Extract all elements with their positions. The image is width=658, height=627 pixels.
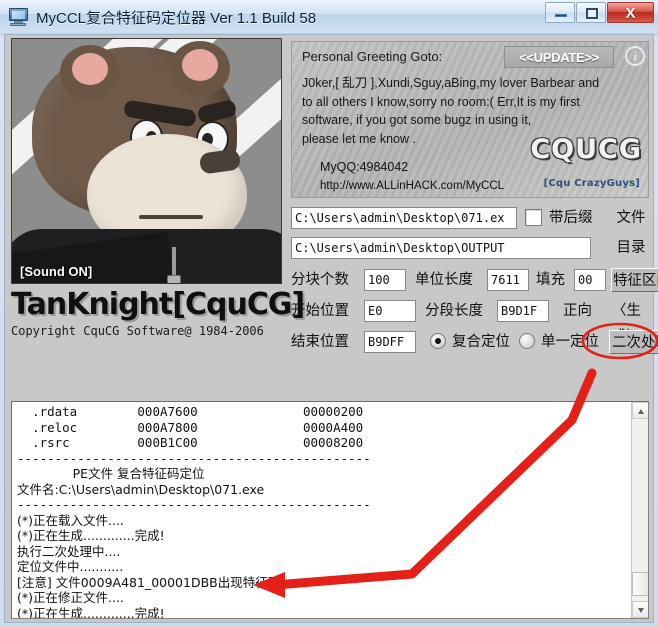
close-icon: X <box>625 5 636 22</box>
feature-range-button[interactable]: 特征区间 <box>611 268 658 292</box>
computer-icon <box>8 6 29 27</box>
scroll-down-button[interactable] <box>632 601 648 618</box>
dir-button[interactable]: 目录 <box>613 235 649 261</box>
window-controls: X <box>544 2 654 23</box>
greeting-panel: Personal Greeting Goto: <<UPDATE>> i J0k… <box>291 41 649 198</box>
second-process-button[interactable]: 二次处理 <box>609 330 658 354</box>
greeting-line-1: J0ker,[ 乱刀 ],Xundi,Sguy,aBing,my lover B… <box>302 76 600 90</box>
file-button[interactable]: 文件 <box>613 205 649 231</box>
unit-length-label: 单位长度 <box>415 272 473 288</box>
log-divider: ----------------------------------------… <box>17 450 371 466</box>
log-message: (*)正在修正文件.... <box>17 590 124 605</box>
radio-composite-locate-label: 复合定位 <box>452 334 510 350</box>
end-position-input[interactable]: B9DFF <box>364 331 416 353</box>
maximize-button[interactable] <box>576 2 606 23</box>
greeting-line-3: software, if you got some bugz in using … <box>302 113 532 127</box>
brand-block: TanKnight[CquCG] Copyright CquCG Softwar… <box>11 287 305 345</box>
bear-mouth <box>139 215 203 219</box>
segment-length-label: 分段长度 <box>425 303 483 319</box>
brand-title: TanKnight[CquCG] <box>11 287 305 322</box>
update-button[interactable]: <<UPDATE>> <box>504 46 614 68</box>
chevron-down-icon <box>638 608 644 613</box>
with-suffix-checkbox[interactable] <box>525 209 542 226</box>
log-divider: ----------------------------------------… <box>17 497 371 512</box>
fill-input[interactable]: 00 <box>574 269 606 291</box>
log-message: 定位文件中........... <box>17 559 124 574</box>
block-count-label: 分块个数 <box>291 272 349 288</box>
log-message: (*)正在生成.............完成! <box>17 528 165 543</box>
file-row: C:\Users\admin\Desktop\071.ex 带后缀 文件 <box>291 205 649 231</box>
start-position-input[interactable]: E0 <box>364 300 416 322</box>
mascot-image[interactable]: [Sound ON] <box>11 38 282 284</box>
log-filename: 文件名:C:\Users\admin\Desktop\071.exe <box>17 481 265 497</box>
fill-label: 填充 <box>536 272 565 288</box>
log-scrollbar[interactable] <box>631 402 648 618</box>
minimize-icon <box>555 14 567 17</box>
block-count-input[interactable]: 100 <box>364 269 406 291</box>
cqucg-logo: CQUCG <box>530 134 642 165</box>
client-area: [Sound ON] TanKnight[CquCG] Copyright Cq… <box>4 34 658 623</box>
close-button[interactable]: X <box>607 2 654 23</box>
log-message: (*)正在载入文件.... <box>17 512 124 528</box>
scrollbar-thumb[interactable] <box>632 572 648 596</box>
greeting-qq: MyQQ:4984042 <box>320 160 409 174</box>
unit-length-input[interactable]: 7611 <box>487 269 529 291</box>
end-position-label: 结束位置 <box>291 334 349 350</box>
log-message: (*)正在生成.............完成! <box>17 605 165 619</box>
with-suffix-label: 带后缀 <box>549 210 593 226</box>
sound-status-label[interactable]: [Sound ON] <box>20 264 92 279</box>
start-position-label: 开始位置 <box>291 303 349 319</box>
maximize-icon <box>586 8 598 19</box>
direction-label: 正向 <box>563 303 592 319</box>
chevron-up-icon <box>638 409 644 414</box>
greeting-url[interactable]: http://www.ALLinHACK.com/MyCCL <box>320 180 504 192</box>
info-icon[interactable]: i <box>625 46 645 66</box>
log-section-row: .reloc 000A7800 0000A400 <box>17 419 364 435</box>
cqucg-logo-subtitle: [Cqu CrazyGuys] <box>543 178 640 189</box>
segment-length-input[interactable]: B9D1F <box>497 300 549 322</box>
output-path-input[interactable]: C:\Users\admin\Desktop\OUTPUT <box>291 237 591 259</box>
radio-composite-locate[interactable] <box>430 333 446 349</box>
block-params-row: 分块个数 100 单位长度 7611 填充 00 特征区间 <box>291 267 658 293</box>
title-bar: MyCCL复合特征码定位器 Ver 1.1 Build 58 X <box>0 0 658 38</box>
log-title: PE文件 复合特征码定位 <box>17 466 205 481</box>
log-section-row: .rdata 000A7600 00000200 <box>17 404 364 419</box>
minimize-button[interactable] <box>545 2 575 23</box>
log-output-panel[interactable]: .rdata 000A7600 00000200 .reloc 000A7800… <box>11 401 649 619</box>
application-window: MyCCL复合特征码定位器 Ver 1.1 Build 58 X [Sound … <box>0 0 658 627</box>
scroll-up-button[interactable] <box>632 402 648 419</box>
file-path-input[interactable]: C:\Users\admin\Desktop\071.ex <box>291 207 517 229</box>
log-section-row: .rsrc 000B1C00 00008200 <box>17 435 364 450</box>
position-params-row: 开始位置 E0 分段长度 B9D1F 正向 〈生成〉 <box>291 298 649 345</box>
log-message: 执行二次处理中.... <box>17 543 121 559</box>
greeting-line-2: to all others I know,sorry no room:( Err… <box>302 94 580 109</box>
radio-single-locate-label: 单一定位 <box>541 334 599 350</box>
window-title: MyCCL复合特征码定位器 Ver 1.1 Build 58 <box>36 10 317 27</box>
end-position-row: 结束位置 B9DFF 复合定位 单一定位 二次处理 <box>291 329 658 355</box>
greeting-heading: Personal Greeting Goto: <box>302 49 443 64</box>
log-text: .rdata 000A7600 00000200 .reloc 000A7800… <box>17 404 626 619</box>
log-message: [注意] 文件0009A481_00001DBB出现特征码! <box>17 574 286 590</box>
radio-single-locate[interactable] <box>519 333 535 349</box>
output-dir-row: C:\Users\admin\Desktop\OUTPUT 目录 <box>291 235 649 261</box>
brand-copyright: Copyright CquCG Software@ 1984-2006 <box>11 324 264 338</box>
